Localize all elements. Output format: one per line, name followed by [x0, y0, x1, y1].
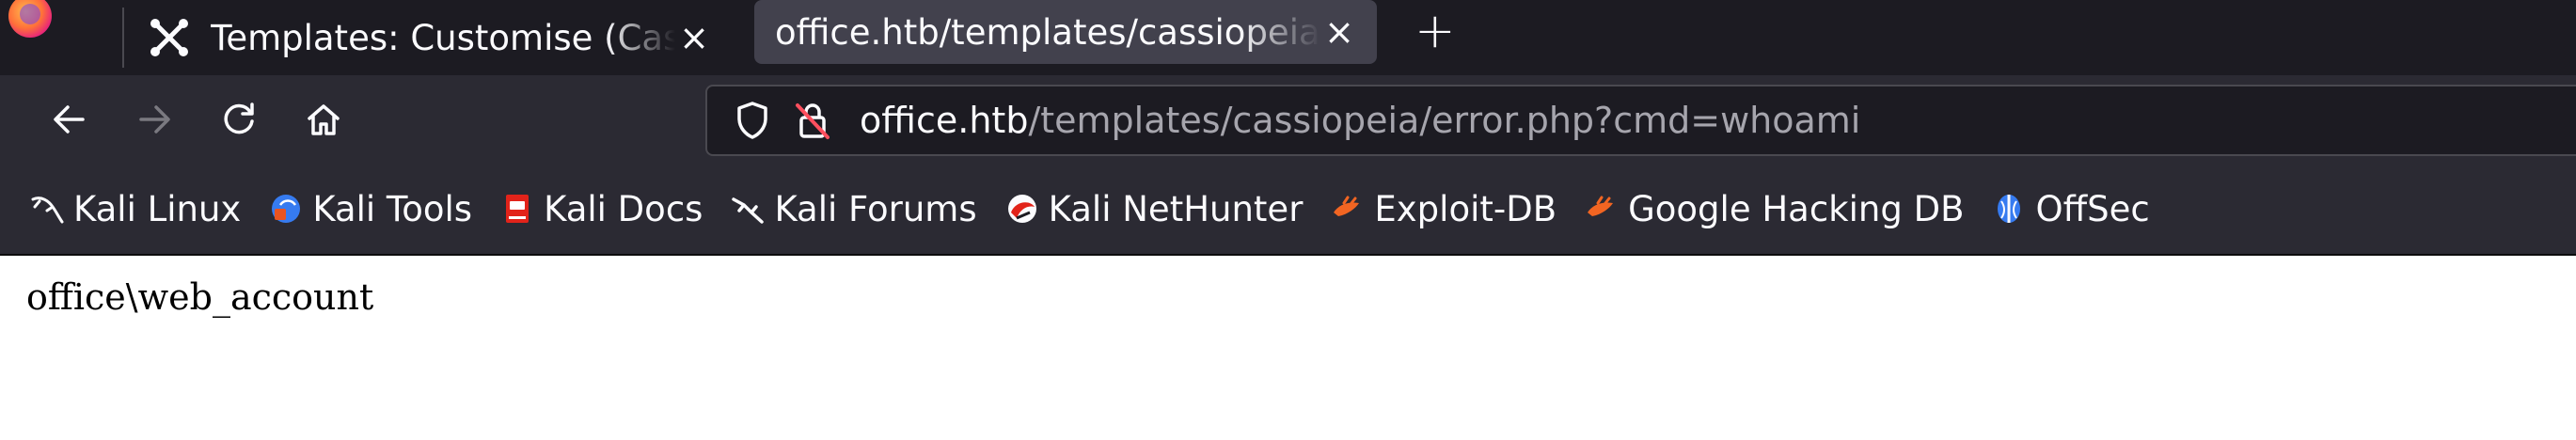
home-button[interactable]	[295, 91, 352, 148]
bookmark-label: Kali NetHunter	[1048, 188, 1304, 229]
tab-strip: Templates: Customise (Cassiopeia) × offi…	[0, 0, 2576, 75]
offsec-icon	[1998, 195, 2021, 223]
insecure-lock-icon[interactable]	[790, 98, 835, 143]
bookmark-kali-docs[interactable]: Kali Docs	[500, 189, 703, 229]
tab-close-icon[interactable]: ×	[1320, 11, 1358, 53]
tab-close-icon[interactable]: ×	[675, 17, 713, 58]
page-content: office\web_account	[0, 256, 2576, 338]
bookmark-kali-forums[interactable]: Kali Forums	[731, 188, 977, 229]
address-bar[interactable]: office.htb/templates/cassiopeia/error.ph…	[705, 85, 2576, 156]
bookmark-label: Kali Linux	[73, 188, 242, 229]
reload-button[interactable]	[211, 91, 267, 148]
tab-error-php[interactable]: office.htb/templates/cassiopeia/error.ph…	[754, 0, 1377, 64]
firefox-menu-icon[interactable]	[0, 0, 60, 75]
tab-title: office.htb/templates/cassiopeia/error.ph…	[775, 11, 1320, 53]
bookmark-label: Kali Forums	[774, 188, 977, 229]
bookmarks-toolbar: Kali Linux Kali Tools Kali Docs Kali For…	[0, 164, 2576, 256]
new-tab-button[interactable]: +	[1414, 3, 1456, 59]
bookmark-label: Kali Tools	[312, 188, 473, 229]
home-icon	[308, 104, 340, 135]
bookmark-offsec[interactable]: OffSec	[1992, 188, 2150, 229]
bookmark-kali-tools[interactable]: Kali Tools	[269, 189, 472, 229]
ghdb-icon	[1588, 196, 1614, 216]
kali-dragon-icon	[31, 196, 64, 224]
arrow-left-icon	[54, 105, 85, 134]
url-text[interactable]: office.htb/templates/cassiopeia/error.ph…	[860, 100, 1860, 141]
bookmark-exploit-db[interactable]: Exploit-DB	[1331, 189, 1557, 229]
url-path: /templates/cassiopeia/error.php?cmd=whoa…	[1028, 100, 1861, 141]
tab-separator	[122, 8, 124, 68]
bookmark-kali-nethunter[interactable]: Kali NetHunter	[1005, 188, 1304, 229]
kali-docs-icon	[506, 195, 529, 223]
browser-chrome: Templates: Customise (Cassiopeia) × offi…	[0, 0, 2576, 256]
back-button[interactable]	[41, 91, 98, 148]
kali-forums-icon	[732, 197, 765, 224]
reload-icon	[224, 102, 254, 134]
tab-templates-customise[interactable]: Templates: Customise (Cassiopeia) ×	[149, 7, 732, 69]
command-output: office\web_account	[26, 276, 374, 318]
kali-nethunter-icon	[1007, 195, 1036, 223]
joomla-icon	[150, 19, 188, 56]
kali-tools-icon	[272, 195, 301, 223]
url-host: office.htb	[860, 100, 1029, 141]
bookmark-label: Kali Docs	[544, 188, 703, 229]
bookmark-label: OffSec	[2035, 188, 2150, 229]
bookmark-label: Exploit-DB	[1374, 188, 1557, 229]
forward-button[interactable]	[126, 91, 182, 148]
bookmark-label: Google Hacking DB	[1628, 188, 1965, 229]
bookmark-google-hacking-db[interactable]: Google Hacking DB	[1585, 189, 1964, 229]
shield-icon[interactable]	[730, 98, 775, 143]
bookmark-kali-linux[interactable]: Kali Linux	[30, 189, 241, 229]
arrow-right-icon	[139, 105, 170, 134]
navigation-toolbar: office.htb/templates/cassiopeia/error.ph…	[0, 75, 2576, 164]
exploit-db-icon	[1334, 196, 1360, 216]
tab-title: Templates: Customise (Cassiopeia)	[211, 17, 675, 58]
